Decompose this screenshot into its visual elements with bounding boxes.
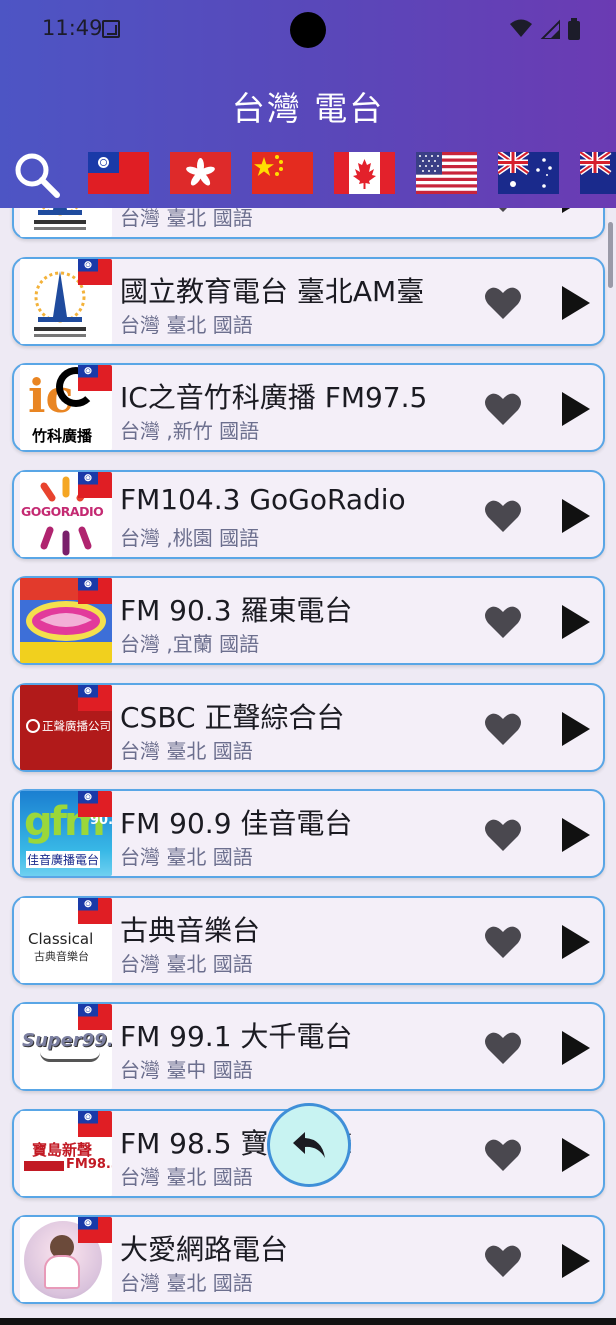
- station-location: 台灣 臺北 國語: [120, 951, 253, 976]
- play-icon[interactable]: [554, 709, 594, 749]
- station-logo: ic 竹科廣播: [20, 365, 112, 450]
- favorite-heart-icon[interactable]: [484, 604, 522, 640]
- station-card[interactable]: gfm90.9佳音廣播電台FM 90.9 佳音電台台灣 臺北 國語: [12, 789, 605, 878]
- station-location: 台灣 臺中 國語: [120, 1058, 253, 1082]
- station-card[interactable]: 國立教育電台 臺北AM臺台灣 臺北 國語: [12, 256, 605, 346]
- station-name: FM104.3 GoGoRadio: [120, 482, 406, 516]
- favorite-heart-icon[interactable]: [484, 1030, 522, 1066]
- play-icon[interactable]: [554, 602, 594, 642]
- play-icon[interactable]: [554, 1135, 594, 1175]
- station-card[interactable]: Super99.1 FM 99.1 大千電台台灣 臺中 國語: [12, 1002, 605, 1091]
- station-location: 台灣 ,宜蘭 國語: [120, 632, 260, 656]
- taiwan-flag-badge: [78, 1110, 112, 1137]
- station-name: 國立教育電台 臺北AM臺: [120, 274, 425, 308]
- station-location: 台灣 臺北 國語: [120, 738, 253, 763]
- taiwan-flag-badge: [78, 684, 112, 711]
- taiwan-flag-badge: [78, 258, 112, 285]
- play-icon[interactable]: [554, 389, 594, 429]
- new-zealand-flag[interactable]: [580, 152, 616, 194]
- taiwan-flag-badge: [78, 1217, 112, 1243]
- china-flag[interactable]: [252, 152, 313, 194]
- station-logo: Classical 古典音樂台: [20, 897, 112, 983]
- logo-text-sub: FM98.5: [66, 1156, 112, 1172]
- station-name: 大愛網路電台: [120, 1233, 289, 1266]
- logo-text: 竹科廣播: [32, 427, 93, 445]
- sim-icon: [102, 20, 120, 38]
- favorite-heart-icon[interactable]: [484, 391, 522, 427]
- play-icon[interactable]: [554, 922, 594, 962]
- favorite-heart-icon[interactable]: [484, 711, 522, 747]
- logo-text: 正聲廣播公司: [42, 718, 111, 733]
- station-logo: gfm90.9佳音廣播電台: [20, 791, 112, 876]
- station-location: 台灣 臺北 國語: [120, 1164, 253, 1189]
- taiwan-flag-badge: [78, 791, 112, 817]
- station-name: 古典音樂台: [120, 913, 261, 947]
- hong-kong-flag[interactable]: [170, 152, 231, 194]
- logo-text: GOGORADIO: [21, 503, 104, 519]
- play-icon[interactable]: [554, 496, 594, 536]
- station-name: FM 90.3 羅東電台: [120, 594, 353, 627]
- taiwan-flag-badge: [78, 897, 112, 924]
- wifi-icon: [510, 19, 532, 37]
- usa-flag[interactable]: [416, 152, 477, 194]
- play-icon[interactable]: [554, 1241, 594, 1281]
- play-icon[interactable]: [554, 283, 594, 323]
- taiwan-flag-badge: [78, 578, 112, 604]
- favorite-heart-icon[interactable]: [484, 1243, 522, 1279]
- favorite-heart-icon[interactable]: [484, 924, 522, 960]
- signal-icon: [540, 19, 560, 39]
- station-name: CSBC 正聲綜合台: [120, 700, 345, 734]
- station-location: 台灣 ,桃園 國語: [120, 525, 260, 550]
- station-card[interactable]: Classical 古典音樂台 古典音樂台 台灣 臺北 國語: [12, 895, 605, 985]
- play-icon[interactable]: [554, 815, 594, 855]
- station-card[interactable]: FM 90.3 羅東電台台灣 ,宜蘭 國語: [12, 576, 605, 665]
- taiwan-flag[interactable]: [88, 152, 149, 194]
- station-logo: GOGORADIO: [20, 471, 112, 557]
- station-location: 台灣 ,新竹 國語: [120, 419, 260, 443]
- taiwan-flag-badge: [78, 365, 112, 391]
- station-location: 台灣 臺北 國語: [120, 312, 253, 337]
- station-name: FM 90.9 佳音電台: [120, 807, 353, 840]
- station-card[interactable]: GOGORADIO FM104.3 GoGoRadio 台灣 ,桃園 國語: [12, 469, 605, 559]
- logo-text: Super99.1: [22, 1030, 112, 1051]
- country-flag-bar: [88, 152, 616, 194]
- camera-cutout: [290, 12, 326, 48]
- search-icon[interactable]: [12, 150, 62, 200]
- favorite-heart-icon[interactable]: [484, 285, 522, 321]
- logo-text: 佳音廣播電台: [26, 851, 101, 868]
- station-card[interactable]: ic 竹科廣播 IC之音竹科廣播 FM97.5 台灣 ,新竹 國語: [12, 363, 605, 452]
- status-time: 11:49: [42, 16, 103, 40]
- station-card[interactable]: 正聲廣播公司 CSBC 正聲綜合台台灣 臺北 國語: [12, 682, 605, 772]
- station-location: 台灣 臺北 國語: [120, 1271, 253, 1295]
- status-icons: [510, 18, 580, 40]
- play-icon[interactable]: [554, 1028, 594, 1068]
- logo-text-sub: 古典音樂台: [34, 949, 89, 963]
- logo-text: Classical: [28, 929, 94, 948]
- station-logo: [20, 1217, 112, 1302]
- scrollbar[interactable]: [608, 222, 613, 288]
- station-name: IC之音竹科廣播 FM97.5: [120, 381, 428, 414]
- station-logo: 正聲廣播公司: [20, 684, 112, 770]
- australia-flag[interactable]: [498, 152, 559, 194]
- favorite-heart-icon[interactable]: [484, 498, 522, 534]
- back-fab-button[interactable]: [267, 1103, 351, 1187]
- reply-arrow-icon: [293, 1132, 325, 1158]
- taiwan-flag-badge: [78, 1004, 112, 1030]
- status-bar: 11:49: [0, 0, 616, 60]
- battery-icon: [568, 18, 580, 40]
- favorite-heart-icon[interactable]: [484, 1137, 522, 1173]
- station-card[interactable]: 大愛網路電台台灣 臺北 國語: [12, 1215, 605, 1304]
- station-logo: [20, 578, 112, 663]
- station-logo: [20, 258, 112, 344]
- canada-flag[interactable]: [334, 152, 395, 194]
- app-header: 11:49 台灣 電台: [0, 0, 616, 208]
- station-location: 台灣 臺北 國語: [120, 845, 253, 869]
- favorite-heart-icon[interactable]: [484, 817, 522, 853]
- station-name: FM 99.1 大千電台: [120, 1020, 353, 1053]
- page-title: 台灣 電台: [231, 89, 385, 128]
- station-logo: Super99.1: [20, 1004, 112, 1089]
- taiwan-flag-badge: [78, 471, 112, 498]
- station-logo: 寶島新聲FM98.5: [20, 1110, 112, 1196]
- navigation-bar: [0, 1318, 616, 1325]
